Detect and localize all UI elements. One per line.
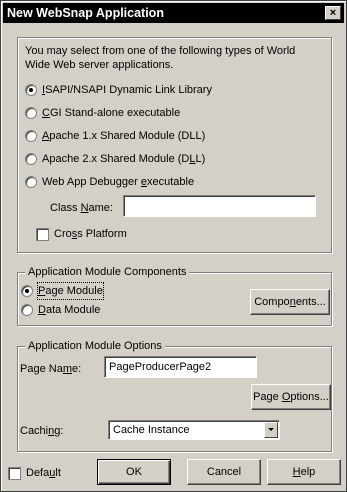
- radio-button-selected[interactable]: [25, 84, 37, 96]
- components-button[interactable]: Components...: [250, 289, 330, 315]
- checkbox[interactable]: [36, 228, 49, 241]
- radio-label: CGI Stand-alone executable: [42, 107, 181, 119]
- radio-button-selected[interactable]: [21, 285, 33, 297]
- checkbox[interactable]: [8, 467, 21, 480]
- module-options-group: Application Module Options Page Name: Pa…: [17, 339, 332, 452]
- radio-label: Apache 1.x Shared Module (DLL): [42, 130, 206, 142]
- radio-label: Web App Debugger executable: [42, 176, 195, 188]
- radio-label: Apache 2.x Shared Module (DLL): [42, 153, 206, 165]
- class-name-label: Class Name:: [50, 202, 113, 214]
- radio-button[interactable]: [21, 304, 33, 316]
- caching-select[interactable]: Cache Instance: [108, 420, 280, 440]
- default-label: Default: [26, 467, 61, 479]
- radio-label: Data Module: [38, 304, 101, 316]
- ok-button[interactable]: OK: [97, 459, 171, 485]
- chevron-down-icon[interactable]: [264, 422, 278, 438]
- close-icon: ×: [329, 7, 337, 19]
- intro-text-line1: You may select from one of the following…: [25, 45, 296, 57]
- radio-label: Page Module: [37, 282, 104, 300]
- caching-label: Caching:: [20, 425, 64, 437]
- radio-label: ISAPI/NSAPI Dynamic Link Library: [42, 84, 212, 96]
- radio-button[interactable]: [25, 107, 37, 119]
- close-button[interactable]: ×: [325, 6, 341, 20]
- class-name-input[interactable]: [123, 195, 316, 217]
- options-group-title: Application Module Options: [25, 339, 165, 353]
- radio-button[interactable]: [25, 153, 37, 165]
- dialog-title: New WebSnap Application: [7, 6, 164, 20]
- cancel-button[interactable]: Cancel: [187, 459, 261, 485]
- cross-platform-label: Cross Platform: [54, 228, 127, 240]
- page-name-input[interactable]: PageProducerPage2: [104, 356, 257, 378]
- page-name-label: Page Name:: [20, 363, 82, 375]
- help-button[interactable]: Help: [267, 459, 341, 485]
- server-type-group: You may select from one of the following…: [17, 37, 332, 253]
- new-websnap-dialog: New WebSnap Application × You may select…: [0, 0, 347, 492]
- title-bar[interactable]: New WebSnap Application ×: [3, 3, 344, 23]
- components-group-title: Application Module Components: [25, 265, 190, 279]
- radio-button[interactable]: [25, 176, 37, 188]
- intro-text-line2: Wide Web server applications.: [25, 59, 174, 71]
- components-group: Application Module Components Page Modul…: [17, 265, 332, 326]
- page-options-button[interactable]: Page Options...: [251, 384, 331, 410]
- radio-button[interactable]: [25, 130, 37, 142]
